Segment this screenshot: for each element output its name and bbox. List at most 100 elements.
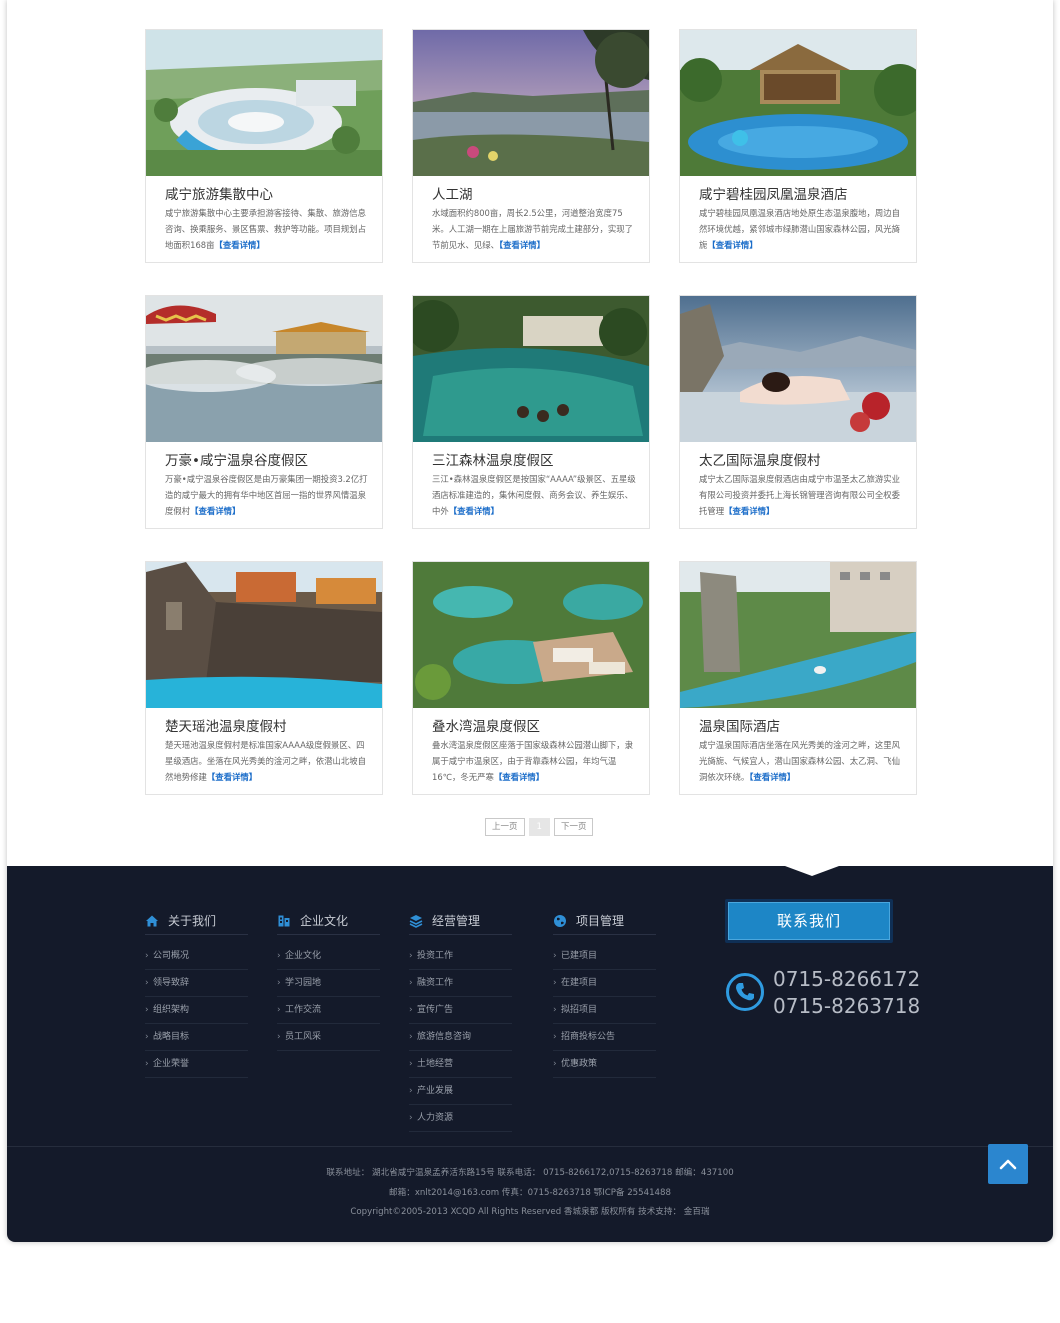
- lake-sunset-photo[interactable]: [413, 30, 649, 176]
- card-title[interactable]: 太乙国际温泉度假村: [699, 449, 821, 469]
- footer-link[interactable]: 优惠政策: [553, 1051, 656, 1078]
- footer-link[interactable]: 已建项目: [553, 943, 656, 970]
- project-card[interactable]: 楚天瑶池温泉度假村 楚天瑶池温泉度假村是标准国家AAAA级度假景区、四星级酒店。…: [145, 561, 383, 795]
- view-details-link[interactable]: 【查看详情】: [499, 240, 545, 250]
- project-card[interactable]: 万豪•咸宁温泉谷度假区 万豪•咸宁温泉谷度假区是由万豪集团一期投资3.2亿打造的…: [145, 295, 383, 529]
- footer-link[interactable]: 战略目标: [145, 1024, 248, 1051]
- card-title[interactable]: 叠水湾温泉度假区: [432, 715, 540, 735]
- view-details-link[interactable]: 【查看详情】: [207, 772, 257, 782]
- copyright-line: Copyright©2005-2013 XCQD All Rights Rese…: [350, 1207, 710, 1217]
- project-card[interactable]: 三江森林温泉度假区 三江•森林温泉度假区是按国家“AAAA”级景区、五星级酒店标…: [412, 295, 650, 529]
- footer-link[interactable]: 员工风采: [277, 1024, 380, 1051]
- footer-link[interactable]: 学习园地: [277, 970, 380, 997]
- footer-link[interactable]: 融资工作: [409, 970, 512, 997]
- footer-link-list: 企业文化 学习园地 工作交流 员工风采: [277, 943, 380, 1051]
- current-page-button[interactable]: 1: [528, 818, 550, 836]
- lazy-river-pool-photo[interactable]: [680, 562, 916, 708]
- chevron-up-icon: [999, 1159, 1017, 1170]
- footer-link-list: 已建项目 在建项目 拟招项目 招商投标公告 优惠政策: [553, 943, 656, 1078]
- view-details-link[interactable]: 【查看详情】: [190, 506, 240, 516]
- card-description: 叠水湾温泉度假区座落于国家级森林公园潜山脚下，隶属于咸宁市温泉区，由于背靠森林公…: [432, 740, 633, 782]
- globe-icon: [554, 914, 566, 927]
- card-description: 咸宁旅游集散中心主要承担游客接待、集散、旅游信息咨询、换乘服务、景区售票、救护等…: [165, 208, 366, 250]
- project-card[interactable]: 咸宁旅游集散中心 咸宁旅游集散中心主要承担游客接待、集散、旅游信息咨询、换乘服务…: [145, 29, 383, 263]
- project-card[interactable]: 太乙国际温泉度假村 咸宁太乙国际温泉度假酒店由咸宁市温圣太乙旅游实业有限公司投资…: [679, 295, 917, 529]
- footer-link[interactable]: 拟招项目: [553, 997, 656, 1024]
- project-card[interactable]: 叠水湾温泉度假区 叠水湾温泉度假区座落于国家级森林公园潜山脚下，隶属于咸宁市温泉…: [412, 561, 650, 795]
- footer-column-heading[interactable]: 经营管理: [409, 907, 512, 935]
- phone-numbers: 0715-8266172 0715-8263718: [773, 966, 920, 1020]
- prev-page-button[interactable]: 上一页: [485, 818, 525, 836]
- footer-link[interactable]: 企业荣誉: [145, 1051, 248, 1078]
- card-title[interactable]: 咸宁旅游集散中心: [165, 183, 273, 203]
- footer-link-list: 公司概况 领导致辞 组织架构 战略目标 企业荣誉: [145, 943, 248, 1078]
- footer-notch: [785, 866, 839, 876]
- home-icon: [146, 915, 158, 926]
- footer-link[interactable]: 土地经营: [409, 1051, 512, 1078]
- pagination: 上一页 1 下一页: [485, 818, 594, 836]
- view-details-link[interactable]: 【查看详情】: [749, 772, 795, 782]
- footer-link[interactable]: 领导致辞: [145, 970, 248, 997]
- footer-link[interactable]: 公司概况: [145, 943, 248, 970]
- footer-link[interactable]: 组织架构: [145, 997, 248, 1024]
- footer-column-projects: 项目管理 已建项目 在建项目 拟招项目 招商投标公告 优惠政策: [553, 907, 656, 1078]
- card-title[interactable]: 咸宁碧桂园凤凰温泉酒店: [699, 183, 848, 203]
- aerial-plaza-photo[interactable]: [146, 30, 382, 176]
- phone-icon: [726, 973, 764, 1011]
- project-card[interactable]: 人工湖 水域面积约800亩，周长2.5公里，河道整治宽度75米。人工湖一期在上届…: [412, 29, 650, 263]
- card-title[interactable]: 人工湖: [432, 183, 473, 203]
- rock-waterfall-pool-photo[interactable]: [146, 562, 382, 708]
- footer-column-heading[interactable]: 企业文化: [277, 907, 380, 935]
- next-page-button[interactable]: 下一页: [553, 818, 594, 836]
- email-fax-line: 邮箱：xnlt2014@163.com 传真：0715-8263718 鄂ICP…: [389, 1187, 671, 1198]
- footer-link[interactable]: 旅游信息咨询: [409, 1024, 512, 1051]
- card-description: 咸宁碧桂园凤凰温泉酒店地处原生态温泉腹地，周边自然环境优越，紧邻城市绿肺潜山国家…: [699, 208, 900, 250]
- view-details-link[interactable]: 【查看详情】: [707, 240, 757, 250]
- footer-link[interactable]: 工作交流: [277, 997, 380, 1024]
- card-description: 水域面积约800亩，周长2.5公里，河道整治宽度75米。人工湖一期在上届旅游节前…: [432, 208, 633, 250]
- footer-link[interactable]: 在建项目: [553, 970, 656, 997]
- footer-link[interactable]: 宣传广告: [409, 997, 512, 1024]
- footer-column-heading[interactable]: 项目管理: [553, 907, 656, 935]
- card-description: 三江•森林温泉度假区是按国家“AAAA”级景区、五星级酒店标准建造的，集休闲度假…: [432, 474, 636, 516]
- footer-link[interactable]: 企业文化: [277, 943, 380, 970]
- footer-link[interactable]: 产业发展: [409, 1078, 512, 1105]
- thatched-pavilion-pool-photo[interactable]: [680, 30, 916, 176]
- view-details-link[interactable]: 【查看详情】: [449, 506, 499, 516]
- forest-pool-bathers-photo[interactable]: [413, 296, 649, 442]
- footer-link[interactable]: 人力资源: [409, 1105, 512, 1132]
- site-footer: 关于我们 公司概况 领导致辞 组织架构 战略目标 企业荣誉 企业文化 企业文化 …: [7, 866, 1053, 1242]
- card-description: 咸宁太乙国际温泉度假酒店由咸宁市温圣太乙旅游实业有限公司投资并委托上海长锦管理咨…: [699, 474, 900, 516]
- footer-column-about: 关于我们 公司概况 领导致辞 组织架构 战略目标 企业荣誉: [145, 907, 248, 1078]
- card-description: 万豪•咸宁温泉谷度假区是由万豪集团一期投资3.2亿打造的咸宁最大的拥有华中地区首…: [165, 474, 368, 516]
- copyright-block: 联系地址： 湖北省咸宁温泉孟养活东路15号 联系电话： 0715-8266172…: [7, 1164, 1053, 1223]
- card-description: 咸宁温泉国际酒店坐落在风光秀美的淦河之畔，这里风光旖旎、气候宜人，潜山国家森林公…: [699, 740, 900, 782]
- card-title[interactable]: 温泉国际酒店: [699, 715, 780, 735]
- phone-number: 0715-8263718: [773, 994, 921, 1018]
- footer-column-heading[interactable]: 关于我们: [145, 907, 248, 935]
- view-details-link[interactable]: 【查看详情】: [494, 772, 544, 782]
- garden-pools-loungers-photo[interactable]: [413, 562, 649, 708]
- footer-link[interactable]: 招商投标公告: [553, 1024, 656, 1051]
- view-details-link[interactable]: 【查看详情】: [215, 240, 265, 250]
- contact-address-line: 联系地址： 湖北省咸宁温泉孟养活东路15号 联系电话： 0715-8266172…: [326, 1168, 734, 1178]
- footer-link[interactable]: 投资工作: [409, 943, 512, 970]
- layers-icon: [409, 914, 423, 928]
- footer-column-culture: 企业文化 企业文化 学习园地 工作交流 员工风采: [277, 907, 380, 1051]
- card-title[interactable]: 三江森林温泉度假区: [432, 449, 554, 469]
- woman-in-spring-photo[interactable]: [680, 296, 916, 442]
- phone-number: 0715-8266172: [773, 967, 921, 991]
- footer-divider: [7, 1146, 1053, 1147]
- back-to-top-button[interactable]: [988, 1144, 1028, 1184]
- footer-link-list: 投资工作 融资工作 宣传广告 旅游信息咨询 土地经营 产业发展 人力资源: [409, 943, 512, 1132]
- building-icon: [278, 915, 290, 926]
- page-frame: 咸宁旅游集散中心 咸宁旅游集散中心主要承担游客接待、集散、旅游信息咨询、换乘服务…: [7, 0, 1053, 1242]
- steaming-hot-spring-photo[interactable]: [146, 296, 382, 442]
- contact-us-button[interactable]: 联系我们: [725, 899, 893, 943]
- project-card[interactable]: 温泉国际酒店 咸宁温泉国际酒店坐落在风光秀美的淦河之畔，这里风光旖旎、气候宜人，…: [679, 561, 917, 795]
- card-title[interactable]: 楚天瑶池温泉度假村: [165, 715, 287, 735]
- card-description: 楚天瑶池温泉度假村是标准国家AAAA级度假景区、四星级酒店。坐落在风光秀美的淦河…: [165, 740, 366, 782]
- project-card[interactable]: 咸宁碧桂园凤凰温泉酒店 咸宁碧桂园凤凰温泉酒店地处原生态温泉腹地，周边自然环境优…: [679, 29, 917, 263]
- view-details-link[interactable]: 【查看详情】: [724, 506, 774, 516]
- card-title[interactable]: 万豪•咸宁温泉谷度假区: [165, 449, 308, 469]
